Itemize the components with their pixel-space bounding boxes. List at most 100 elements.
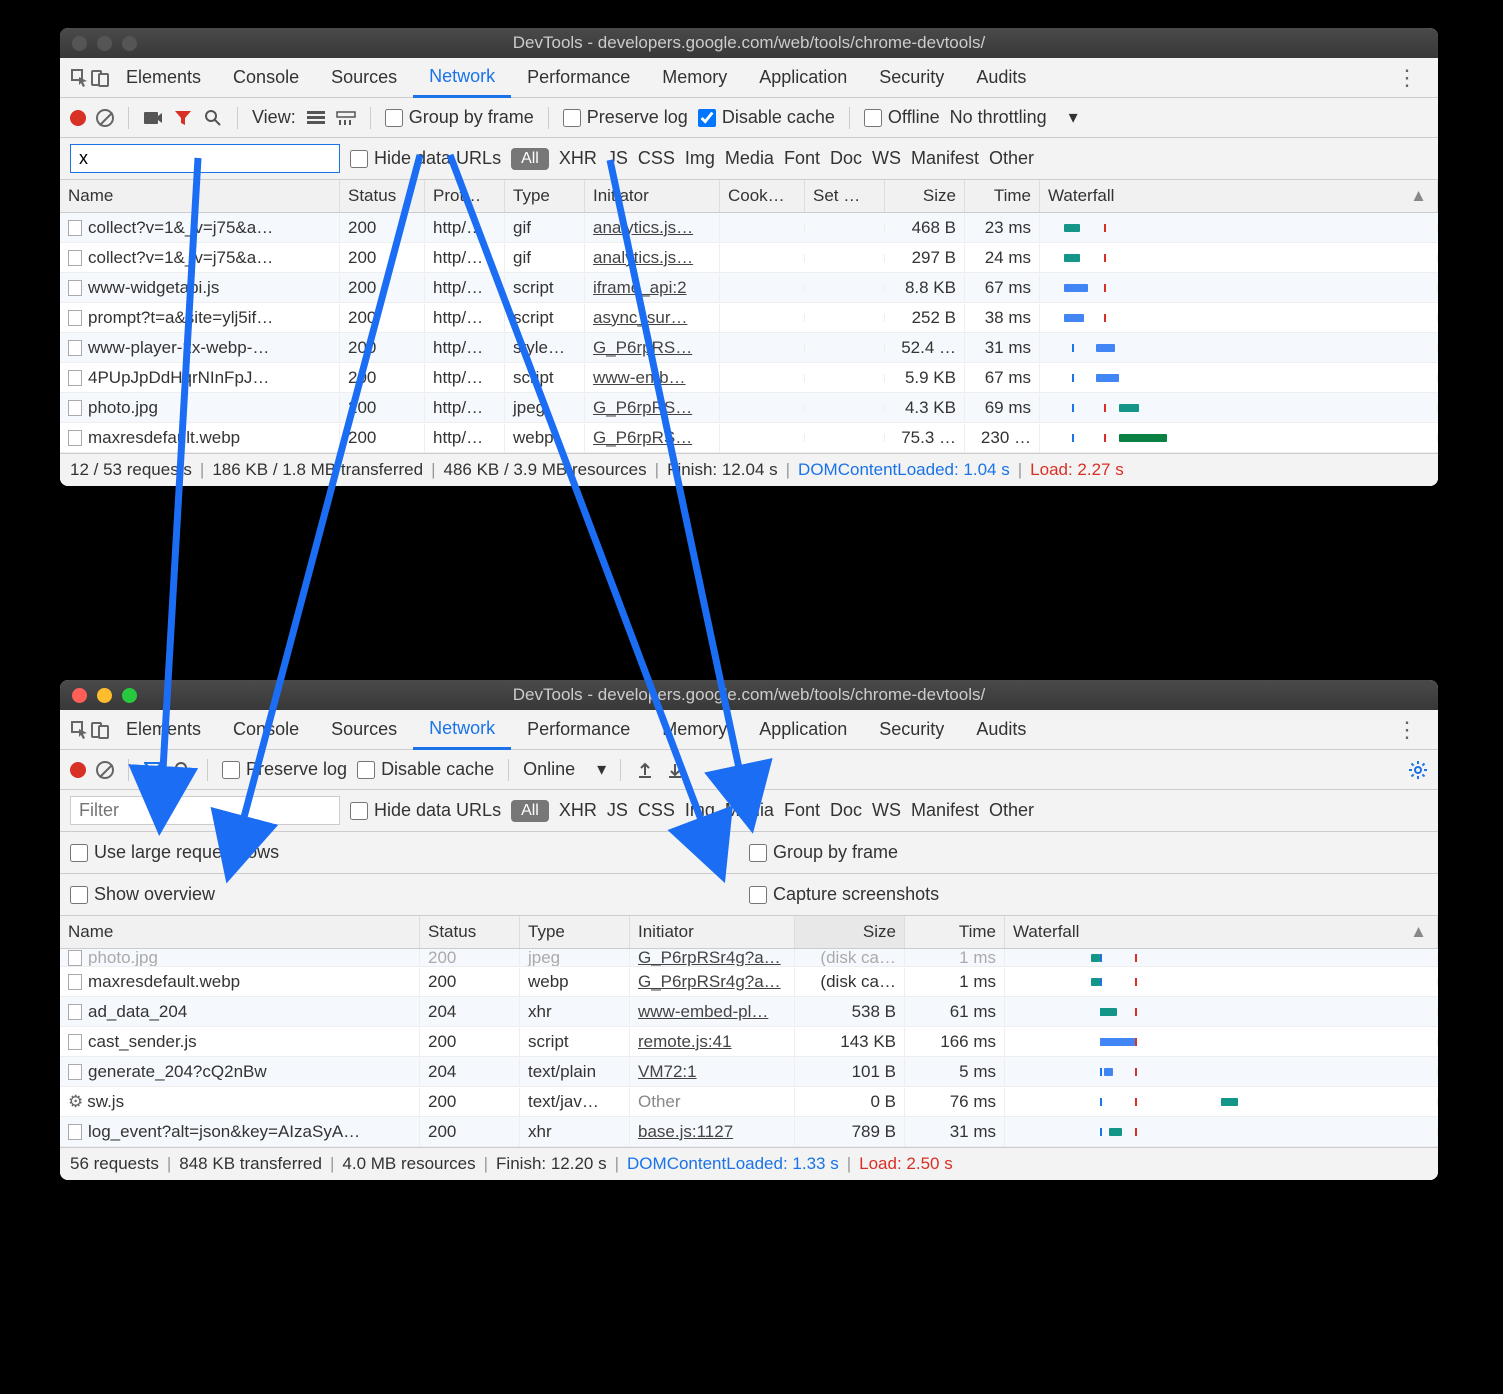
minimize-icon[interactable] xyxy=(97,688,112,703)
initiator-link[interactable]: analytics.js… xyxy=(593,248,693,267)
col-status[interactable]: Status xyxy=(340,180,425,212)
col-status[interactable]: Status xyxy=(420,916,520,948)
initiator-link[interactable]: iframe_api:2 xyxy=(593,278,687,297)
tab-audits[interactable]: Audits xyxy=(960,59,1042,96)
filter-doc[interactable]: Doc xyxy=(830,148,862,169)
filter-manifest[interactable]: Manifest xyxy=(911,800,979,821)
filter-input[interactable] xyxy=(70,796,340,825)
group-by-frame-checkbox[interactable]: Group by frame xyxy=(385,107,534,128)
col-type[interactable]: Type xyxy=(505,180,585,212)
table-row[interactable]: www-widgetapi.js 200 http/… script ifram… xyxy=(60,273,1438,303)
preserve-log-checkbox[interactable]: Preserve log xyxy=(222,759,347,780)
filter-font[interactable]: Font xyxy=(784,148,820,169)
traffic-lights[interactable] xyxy=(72,688,137,703)
filter-other[interactable]: Other xyxy=(989,148,1034,169)
throttling-select[interactable]: Online xyxy=(523,759,575,780)
tab-performance[interactable]: Performance xyxy=(511,59,646,96)
table-row[interactable]: collect?v=1&_v=j75&a… 200 http/… gif ana… xyxy=(60,243,1438,273)
record-icon[interactable] xyxy=(70,110,86,126)
tab-sources[interactable]: Sources xyxy=(315,711,413,748)
filter-ws[interactable]: WS xyxy=(872,148,901,169)
filter-media[interactable]: Media xyxy=(725,148,774,169)
filter-input[interactable] xyxy=(70,144,340,173)
table-row[interactable]: maxresdefault.webp 200 webp G_P6rpRSr4g?… xyxy=(60,967,1438,997)
col-type[interactable]: Type xyxy=(520,916,630,948)
close-icon[interactable] xyxy=(72,688,87,703)
tab-application[interactable]: Application xyxy=(743,711,863,748)
tab-sources[interactable]: Sources xyxy=(315,59,413,96)
initiator-link[interactable]: analytics.js… xyxy=(593,218,693,237)
record-icon[interactable] xyxy=(70,762,86,778)
col-size[interactable]: Size xyxy=(885,180,965,212)
maximize-icon[interactable] xyxy=(122,688,137,703)
hide-data-urls-checkbox[interactable]: Hide data URLs xyxy=(350,148,501,169)
filter-all[interactable]: All xyxy=(511,800,549,822)
capture-screenshots-checkbox[interactable]: Capture screenshots xyxy=(749,884,939,905)
tab-console[interactable]: Console xyxy=(217,711,315,748)
titlebar[interactable]: DevTools - developers.google.com/web/too… xyxy=(60,28,1438,58)
initiator-link[interactable]: G_P6rpRS… xyxy=(593,428,692,447)
tab-console[interactable]: Console xyxy=(217,59,315,96)
tab-security[interactable]: Security xyxy=(863,711,960,748)
search-icon[interactable] xyxy=(203,108,223,128)
col-cookies[interactable]: Cook… xyxy=(720,180,805,212)
initiator-link[interactable]: async_sur… xyxy=(593,308,687,327)
tab-elements[interactable]: Elements xyxy=(110,711,217,748)
filter-manifest[interactable]: Manifest xyxy=(911,148,979,169)
col-time[interactable]: Time xyxy=(905,916,1005,948)
large-rows-icon[interactable] xyxy=(306,108,326,128)
table-row[interactable]: ad_data_204 204 xhr www-embed-pl… 538 B … xyxy=(60,997,1438,1027)
col-waterfall[interactable]: Waterfall▲ xyxy=(1040,180,1438,212)
col-size[interactable]: Size xyxy=(795,916,905,948)
device-toggle-icon[interactable] xyxy=(90,68,110,88)
filter-all[interactable]: All xyxy=(511,148,549,170)
clear-icon[interactable] xyxy=(96,761,114,779)
table-row[interactable]: photo.jpg 200 http/… jpeg G_P6rpRS… 4.3 … xyxy=(60,393,1438,423)
tab-memory[interactable]: Memory xyxy=(646,59,743,96)
initiator-link[interactable]: G_P6rpRSr4g?a… xyxy=(638,972,781,991)
chevron-down-icon[interactable]: ▾ xyxy=(1069,107,1078,128)
search-icon[interactable] xyxy=(173,760,193,780)
group-by-frame-checkbox[interactable]: Group by frame xyxy=(749,842,898,863)
filter-icon[interactable] xyxy=(143,760,163,780)
inspect-element-icon[interactable] xyxy=(70,68,90,88)
initiator-link[interactable]: www-emb… xyxy=(593,368,686,387)
table-row[interactable]: ⚙sw.js 200 text/jav… Other 0 B 76 ms xyxy=(60,1087,1438,1117)
col-waterfall[interactable]: Waterfall▲ xyxy=(1005,916,1438,948)
table-row[interactable]: photo.jpg 200 jpeg G_P6rpRSr4g?a… (disk … xyxy=(60,949,1438,967)
filter-xhr[interactable]: XHR xyxy=(559,800,597,821)
filter-media[interactable]: Media xyxy=(725,800,774,821)
chevron-down-icon[interactable]: ▾ xyxy=(597,759,606,780)
filter-xhr[interactable]: XHR xyxy=(559,148,597,169)
initiator-link[interactable]: base.js:1127 xyxy=(638,1122,733,1141)
table-row[interactable]: generate_204?cQ2nBw 204 text/plain VM72:… xyxy=(60,1057,1438,1087)
initiator-link[interactable]: VM72:1 xyxy=(638,1062,697,1081)
throttling-select[interactable]: No throttling xyxy=(950,107,1047,128)
initiator-link[interactable]: G_P6rpRSr4g?a… xyxy=(638,949,781,967)
initiator-link[interactable]: G_P6rpRS… xyxy=(593,338,692,357)
filter-js[interactable]: JS xyxy=(607,148,628,169)
download-icon[interactable] xyxy=(665,760,685,780)
camera-icon[interactable] xyxy=(143,108,163,128)
device-toggle-icon[interactable] xyxy=(90,720,110,740)
filter-icon[interactable] xyxy=(173,108,193,128)
filter-other[interactable]: Other xyxy=(989,800,1034,821)
more-menu-icon[interactable]: ⋮ xyxy=(1386,717,1428,743)
preserve-log-checkbox[interactable]: Preserve log xyxy=(563,107,688,128)
initiator-link[interactable]: G_P6rpRS… xyxy=(593,398,692,417)
clear-icon[interactable] xyxy=(96,109,114,127)
tab-network[interactable]: Network xyxy=(413,710,511,750)
disable-cache-checkbox[interactable]: Disable cache xyxy=(357,759,494,780)
table-row[interactable]: log_event?alt=json&key=AIzaSyA… 200 xhr … xyxy=(60,1117,1438,1147)
traffic-lights[interactable] xyxy=(72,36,137,51)
filter-font[interactable]: Font xyxy=(784,800,820,821)
more-menu-icon[interactable]: ⋮ xyxy=(1386,65,1428,91)
col-time[interactable]: Time xyxy=(965,180,1040,212)
show-overview-checkbox[interactable]: Show overview xyxy=(70,884,215,905)
table-row[interactable]: maxresdefault.webp 200 http/… webp G_P6r… xyxy=(60,423,1438,453)
col-set-cookies[interactable]: Set … xyxy=(805,180,885,212)
filter-ws[interactable]: WS xyxy=(872,800,901,821)
initiator-link[interactable]: www-embed-pl… xyxy=(638,1002,768,1021)
table-row[interactable]: prompt?t=a&site=ylj5if… 200 http/… scrip… xyxy=(60,303,1438,333)
hide-data-urls-checkbox[interactable]: Hide data URLs xyxy=(350,800,501,821)
